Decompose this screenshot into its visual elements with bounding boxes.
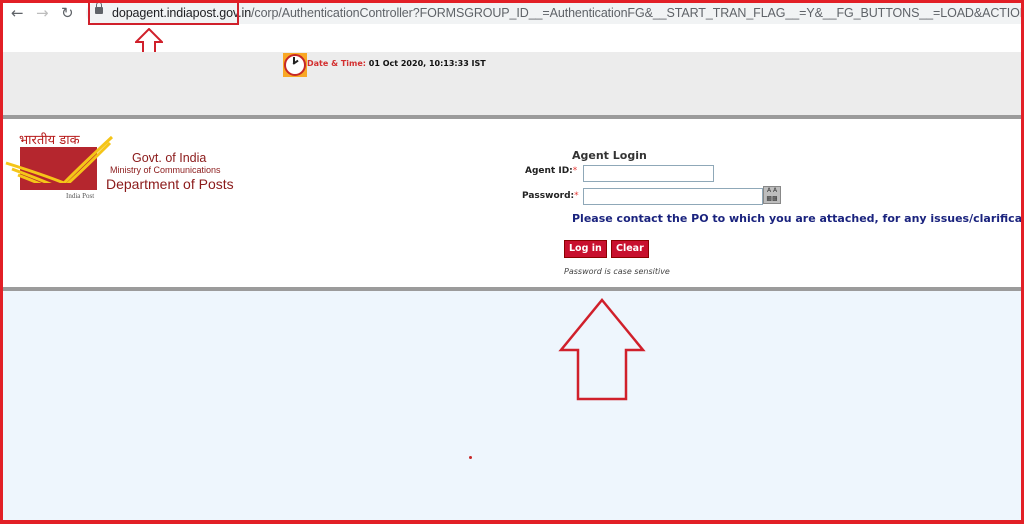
datetime-value: 01 Oct 2020, 10:13:33 IST — [368, 59, 486, 68]
govt-of-india: Govt. of India — [132, 151, 207, 165]
datetime: Date & Time: 01 Oct 2020, 10:13:33 IST — [307, 59, 486, 68]
back-button[interactable]: ← — [11, 4, 24, 22]
up-arrow-icon — [558, 298, 646, 401]
reload-button[interactable]: ↻ — [61, 4, 74, 22]
agent-id-label: Agent ID:* — [525, 166, 578, 176]
contact-message: Please contact the PO to which you are a… — [572, 212, 1024, 225]
login-content-area — [0, 119, 1024, 287]
source-highlight-box — [88, 1, 239, 25]
department-name: Department of Posts — [106, 176, 234, 192]
keyboard-icon[interactable]: A A ▩▩ — [763, 186, 781, 204]
login-title: Agent Login — [572, 149, 647, 162]
ministry-name: Ministry of Communications — [110, 165, 221, 175]
password-label: Password:* — [522, 191, 579, 201]
lower-blank-area — [0, 291, 1024, 524]
login-button[interactable]: Log in — [564, 240, 607, 258]
logo-subtext: India Post — [66, 192, 95, 200]
logo-swoosh-icon — [5, 135, 114, 183]
clear-button[interactable]: Clear — [611, 240, 649, 258]
india-post-logo — [5, 135, 114, 190]
password-input[interactable] — [583, 188, 763, 205]
url-text[interactable]: dopagent.indiapost.gov.in/corp/Authentic… — [112, 6, 1024, 20]
agent-id-input[interactable] — [583, 165, 714, 182]
clock-icon — [283, 53, 307, 77]
header-band — [0, 52, 1024, 115]
cursor-dot — [469, 456, 472, 459]
url-path: /corp/AuthenticationController?FORMSGROU… — [251, 6, 1024, 20]
case-sensitive-note: Password is case sensitive — [564, 267, 670, 276]
datetime-label: Date & Time: — [307, 59, 366, 68]
forward-button[interactable]: → — [36, 4, 49, 22]
